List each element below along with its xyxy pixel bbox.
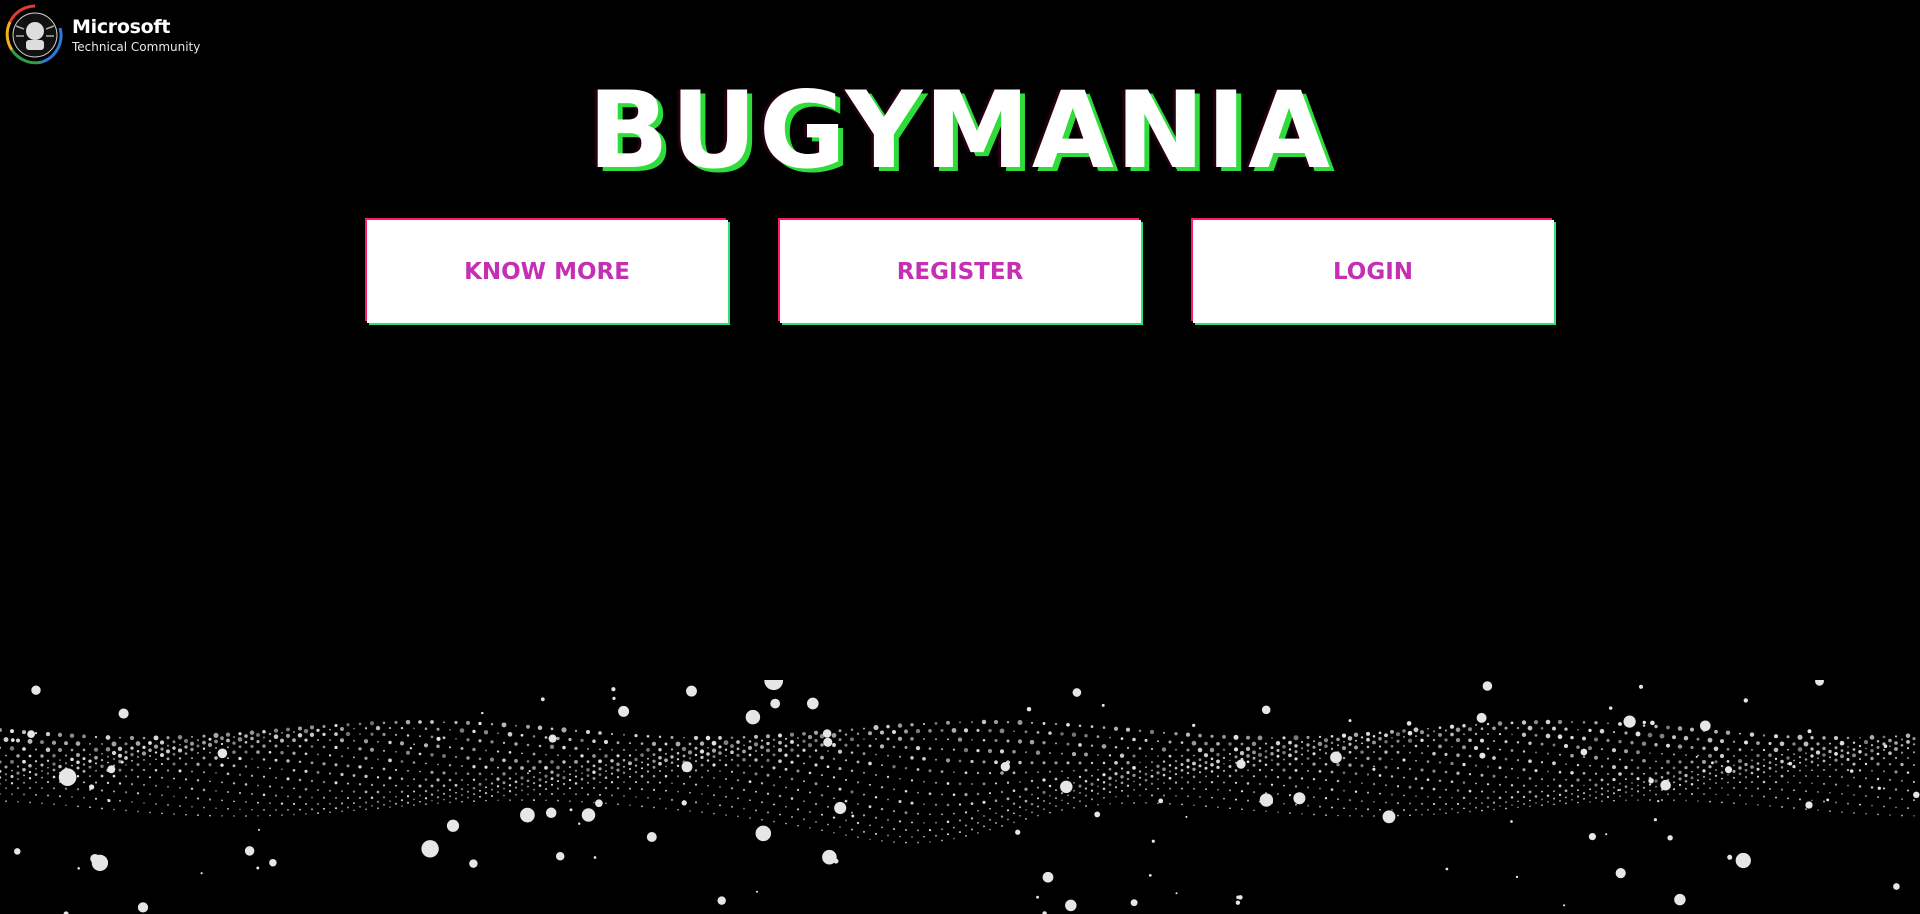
action-buttons: KNOW MORE REGISTER LOGIN [0, 220, 1920, 323]
site-logo[interactable]: Microsoft Technical Community [4, 2, 200, 68]
know-more-button[interactable]: KNOW MORE [366, 220, 728, 323]
particle-wave-background [0, 680, 1920, 914]
logo-subtitle-text: Technical Community [72, 39, 201, 54]
hero-title: BUGYMANIA [587, 69, 1332, 192]
register-button[interactable]: REGISTER [779, 220, 1141, 323]
login-button[interactable]: LOGIN [1192, 220, 1554, 323]
mtc-emblem-icon [5, 4, 63, 65]
logo-brand-text: Microsoft [72, 15, 171, 38]
